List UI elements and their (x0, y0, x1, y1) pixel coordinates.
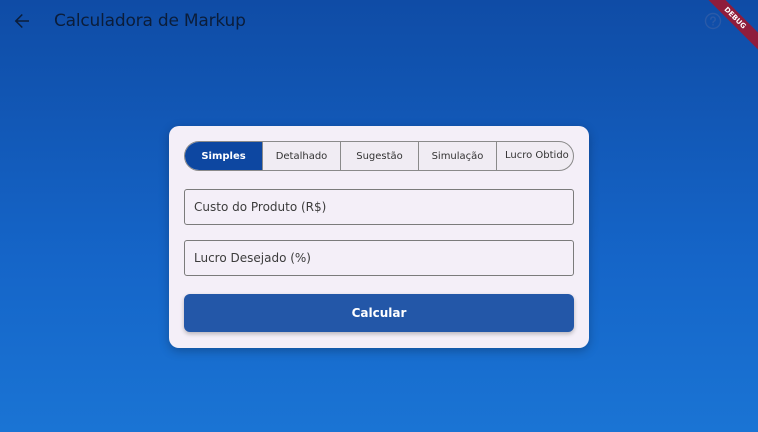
page-title: Calculadora de Markup (54, 11, 246, 31)
debug-banner-label: DEBUG (698, 0, 758, 55)
markup-calculator-card: Simples Detalhado Sugestão Simulação Luc… (169, 126, 589, 348)
tab-detalhado[interactable]: Detalhado (263, 142, 341, 170)
desired-profit-field[interactable]: Lucro Desejado (%) (184, 240, 574, 276)
tab-simples[interactable]: Simples (185, 142, 263, 170)
app-bar: Calculadora de Markup (0, 0, 758, 42)
debug-banner: DEBUG (698, 0, 758, 60)
product-cost-label: Custo do Produto (R$) (194, 200, 327, 214)
tab-simulacao[interactable]: Simulação (419, 142, 497, 170)
calculate-button[interactable]: Calcular (184, 294, 574, 332)
arrow-left-icon (14, 13, 29, 29)
back-button[interactable] (10, 9, 34, 33)
desired-profit-label: Lucro Desejado (%) (194, 251, 311, 265)
tab-sugestao[interactable]: Sugestão (341, 142, 419, 170)
product-cost-field[interactable]: Custo do Produto (R$) (184, 189, 574, 225)
calculation-mode-tabs: Simples Detalhado Sugestão Simulação Luc… (184, 141, 574, 171)
tab-lucro-obtido[interactable]: Lucro Obtido (497, 142, 573, 170)
